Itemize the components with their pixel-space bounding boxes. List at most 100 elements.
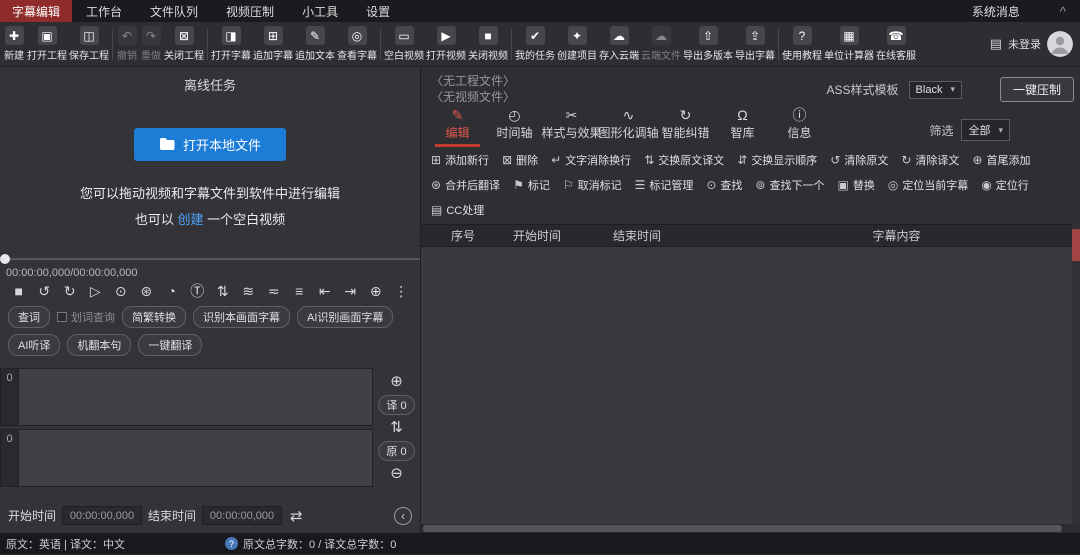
tool-button[interactable]: 一键翻译 [138, 334, 202, 356]
chevron-up-icon[interactable]: ^ [1034, 4, 1080, 19]
start-time-input[interactable] [62, 506, 142, 525]
replace-action[interactable]: ▣替换 [837, 177, 874, 193]
tool-button[interactable]: 简繁转换 [122, 306, 186, 328]
export-multi-button[interactable]: ⇧导出多版本 [682, 25, 734, 63]
tutorial-button[interactable]: ?使用教程 [781, 25, 823, 63]
delete-row-action[interactable]: ⊠删除 [502, 152, 538, 168]
zoom-in-icon[interactable]: ⊕ [390, 374, 403, 389]
style-effects-tab[interactable]: ✂样式与效果 [543, 105, 600, 147]
online-service-button[interactable]: ☎在线客服 [875, 25, 917, 63]
tool-button[interactable]: AI听译 [8, 334, 60, 356]
open-project-button[interactable]: ▣打开工程 [26, 25, 68, 63]
clear-trans-action[interactable]: ↻清除译文 [901, 152, 959, 168]
seek-handle[interactable] [0, 254, 10, 264]
tool-button[interactable]: 识别本画面字幕 [193, 306, 290, 328]
seek-bar[interactable] [0, 254, 420, 264]
find-action[interactable]: ⊙查找 [706, 177, 742, 193]
system-messages[interactable]: 系统消息 [958, 3, 1034, 20]
filter-select[interactable]: 全部 ▾ [961, 119, 1010, 141]
create-blank-video-link[interactable]: 创建 [177, 212, 203, 227]
tool-button[interactable]: 机翻本句 [67, 334, 131, 356]
lookup-word-button[interactable]: 查词 [8, 306, 50, 328]
collapse-panel-button[interactable]: ‹ [394, 507, 412, 525]
close-project-button[interactable]: ⊠关闭工程 [163, 25, 205, 63]
head-tail-add-action[interactable]: ⊕首尾添加 [972, 152, 1030, 168]
sync-scroll-icon[interactable]: ⇅ [390, 420, 403, 435]
undo-button[interactable]: ↶撤销 [115, 25, 139, 63]
new-file-button[interactable]: ✚新建 [2, 25, 26, 63]
menu-item[interactable]: 工作台 [72, 0, 136, 22]
loop-play-icon[interactable]: ↺ [32, 284, 58, 298]
open-subtitle-button[interactable]: ◨打开字幕 [210, 25, 252, 63]
rotate-right-icon[interactable]: ⊛ [134, 284, 160, 298]
save-to-cloud-button[interactable]: ☁存入云端 [598, 25, 640, 63]
knowledge-tab[interactable]: Ω智库 [714, 105, 771, 147]
play-icon[interactable]: ▷ [83, 284, 109, 298]
open-local-file-button[interactable]: 打开本地文件 [134, 128, 286, 161]
vertical-scrollbar[interactable] [1072, 219, 1080, 524]
translation-textarea[interactable] [18, 368, 373, 426]
more-icon[interactable]: ⋮ [389, 284, 415, 298]
close-video-button[interactable]: ■关闭视频 [467, 25, 509, 63]
ass-template-select[interactable]: Black ▾ [909, 81, 962, 99]
clear-source-action[interactable]: ↺清除原文 [830, 152, 888, 168]
original-count-badge[interactable]: 原 0 [378, 441, 414, 461]
mark-action[interactable]: ⚑标记 [513, 177, 550, 193]
unit-calculator-button[interactable]: ▦单位计算器 [823, 25, 875, 63]
edit-tab[interactable]: ✎编辑 [429, 105, 486, 147]
locate-row-action[interactable]: ◉定位行 [981, 177, 1028, 193]
crosshair-icon[interactable]: ⊕ [363, 284, 389, 298]
my-tasks-button[interactable]: ✔我的任务 [514, 25, 556, 63]
app-title-tab[interactable]: 字幕编辑 [0, 0, 72, 22]
wave-upper-icon[interactable]: ≋ [236, 284, 262, 298]
export-subtitle-button[interactable]: ⇪导出字幕 [734, 25, 776, 63]
track-list-icon[interactable]: ≡ [287, 284, 313, 298]
jump-start-icon[interactable]: ⇤ [312, 284, 338, 298]
jump-end-icon[interactable]: ⇥ [338, 284, 364, 298]
open-video-button[interactable]: ▶打开视频 [425, 25, 467, 63]
cloud-files-button[interactable]: ☁云端文件 [640, 25, 682, 63]
cc-action[interactable]: ▤CC处理 [431, 202, 484, 218]
create-project-button[interactable]: ✦创建项目 [556, 25, 598, 63]
original-textarea[interactable] [18, 429, 373, 487]
zoom-out-icon[interactable]: ⊖ [390, 466, 403, 481]
tool-button[interactable]: AI识别画面字幕 [297, 306, 393, 328]
wave-lower-icon[interactable]: ≂ [261, 284, 287, 298]
find-next-action[interactable]: ⊚查找下一个 [755, 177, 824, 193]
locate-current-action[interactable]: ◎定位当前字幕 [888, 177, 968, 193]
view-subtitle-button[interactable]: ◎查看字幕 [336, 25, 378, 63]
remove-linebreak-action[interactable]: ↵文字消除换行 [551, 152, 631, 168]
horizontal-scrollbar-thumb[interactable] [423, 525, 1062, 532]
clock-icon[interactable]: ◔ [159, 284, 185, 298]
mark-manage-action[interactable]: ☰标记管理 [635, 177, 694, 193]
append-subtitle-button[interactable]: ⊞追加字幕 [252, 25, 294, 63]
horizontal-scrollbar[interactable] [421, 524, 1080, 533]
text-tool-icon[interactable]: Ⓣ [185, 284, 211, 298]
append-text-button[interactable]: ✎追加文本 [294, 25, 336, 63]
add-row-action[interactable]: ⊞添加新行 [431, 152, 489, 168]
swap-times-icon[interactable]: ⇄ [290, 507, 303, 525]
login-status[interactable]: 未登录 [1008, 36, 1041, 52]
rotate-left-icon[interactable]: ⊙ [108, 284, 134, 298]
menu-item[interactable]: 设置 [352, 0, 404, 22]
info-tab[interactable]: ⓘ信息 [771, 105, 828, 147]
swap-source-trans-action[interactable]: ⇅交换原文译文 [644, 152, 724, 168]
swap-display-order-action[interactable]: ⇵交换显示顺序 [737, 152, 817, 168]
vertical-scrollbar-thumb[interactable] [1072, 229, 1080, 261]
menu-item[interactable]: 视频压制 [212, 0, 288, 22]
menu-item[interactable]: 文件队列 [136, 0, 212, 22]
redo-button[interactable]: ↷重做 [139, 25, 163, 63]
replay-icon[interactable]: ↻ [57, 284, 83, 298]
unmark-action[interactable]: ⚐取消标记 [563, 177, 622, 193]
end-time-input[interactable] [202, 506, 282, 525]
save-project-button[interactable]: ◫保存工程 [68, 25, 110, 63]
avatar[interactable] [1047, 31, 1073, 57]
menu-item[interactable]: 小工具 [288, 0, 352, 22]
timeline-tab[interactable]: ◴时间轴 [486, 105, 543, 147]
merge-translate-action[interactable]: ⊛合并后翻译 [431, 177, 500, 193]
blank-video-button[interactable]: ▭空白视频 [383, 25, 425, 63]
translation-count-badge[interactable]: 译 0 [378, 395, 414, 415]
waveform-tab[interactable]: ∿图形化调轴 [600, 105, 657, 147]
one-click-compress-button[interactable]: 一键压制 [1000, 77, 1074, 102]
seek-track[interactable] [0, 258, 420, 260]
